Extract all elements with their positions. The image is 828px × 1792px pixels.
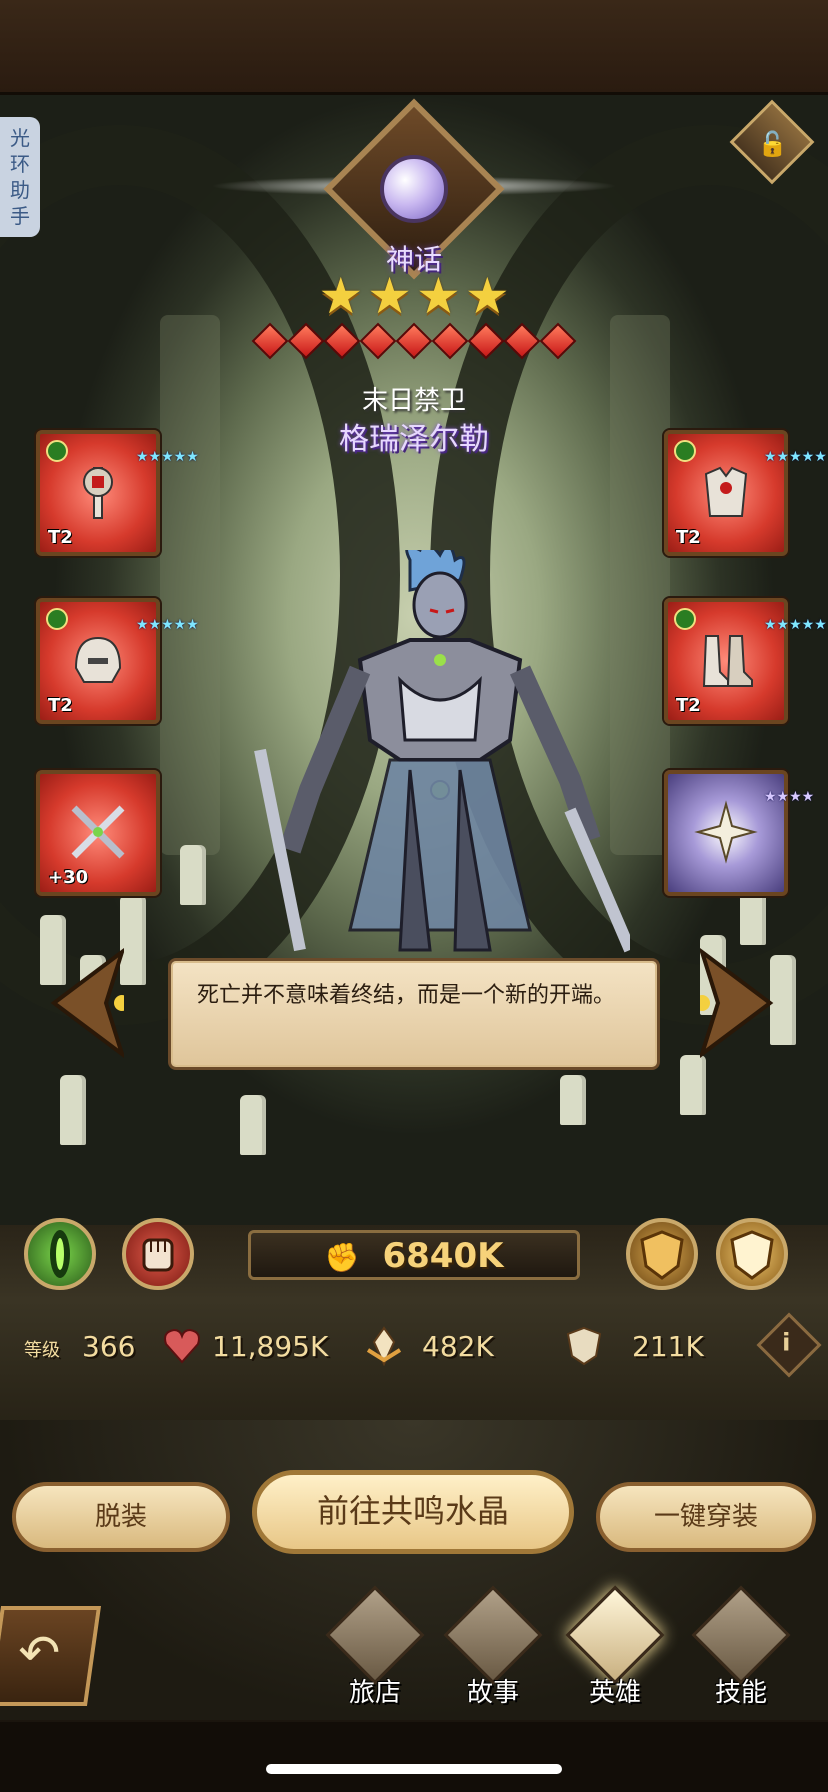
equip-tier: T2 xyxy=(676,695,701,716)
slot-stars: ★★★★★ xyxy=(764,448,827,466)
resonating-crystal-label: 前往共鸣水晶 xyxy=(316,1492,509,1530)
hero-helmet-icon xyxy=(565,1585,665,1685)
power-fist-icon: ✊ xyxy=(324,1241,360,1274)
faction-badge-icon xyxy=(674,440,696,462)
top-bar xyxy=(0,0,828,95)
unequip-button[interactable]: 脱装 xyxy=(12,1482,230,1552)
faction-badge-icon xyxy=(46,608,68,630)
attack-icon xyxy=(366,1326,402,1366)
signature-level: +30 xyxy=(48,867,89,888)
role-shield-button[interactable] xyxy=(626,1218,698,1290)
equip-tier: T2 xyxy=(48,695,73,716)
class-strength-button[interactable] xyxy=(122,1218,194,1290)
star-icon: ★ xyxy=(367,267,412,325)
equip-slot-signature[interactable]: +30 xyxy=(36,770,160,896)
power-value: 6840K xyxy=(382,1236,504,1276)
red-gem-icon xyxy=(323,322,361,360)
candle xyxy=(180,845,206,905)
equip-slot-furniture[interactable]: ★★★★ xyxy=(664,770,814,896)
chest-armor-icon xyxy=(704,466,748,517)
hero-figure xyxy=(254,550,630,953)
equip-slot-boots[interactable]: ★★★★★ T2 xyxy=(664,598,827,724)
helmet-icon xyxy=(74,636,122,683)
bottom-bar xyxy=(0,1722,828,1792)
story-book-icon xyxy=(443,1585,543,1685)
red-gem-icon xyxy=(539,322,577,360)
hero-quote-bubble: 死亡并不意味着终结，而是一个新的开端。 xyxy=(168,958,660,1070)
tank-role-button[interactable] xyxy=(716,1218,788,1290)
weapon-mace-icon xyxy=(83,467,113,519)
red-gem-icon xyxy=(287,322,325,360)
triforce-shield-icon xyxy=(640,1230,684,1280)
red-gem-icon xyxy=(431,322,469,360)
aura-helper-label: 光环助手 xyxy=(10,126,30,228)
nav-label: 英雄 xyxy=(588,1678,641,1708)
ascension-gems xyxy=(0,322,828,360)
previous-hero-arrow-icon[interactable] xyxy=(44,948,124,1058)
quick-equip-label: 一键穿装 xyxy=(653,1502,758,1532)
nav-label: 旅店 xyxy=(348,1678,401,1708)
nav-heroes[interactable]: 英雄 xyxy=(560,1585,670,1708)
candle xyxy=(240,1095,266,1155)
nav-label: 故事 xyxy=(466,1678,519,1708)
star-crest-icon xyxy=(694,800,758,864)
faction-badge-icon xyxy=(674,608,696,630)
tavern-icon xyxy=(325,1585,425,1685)
star-icon: ★ xyxy=(416,267,461,325)
boots-icon xyxy=(702,635,753,687)
defense-value: 211K xyxy=(632,1330,704,1363)
padlock-icon: 🔓 xyxy=(757,130,788,159)
resonating-crystal-button[interactable]: 前往共鸣水晶 xyxy=(252,1470,574,1554)
slot-stars: ★★★★★ xyxy=(764,616,827,634)
level-label: 等级 xyxy=(24,1340,60,1361)
equip-slot-helmet[interactable]: ★★★★★ T2 xyxy=(36,598,199,724)
candle xyxy=(560,1075,586,1125)
red-gem-icon xyxy=(503,322,541,360)
hero-stars: ★★★★ xyxy=(0,270,828,322)
equip-tier: T2 xyxy=(48,527,73,548)
attack-value: 482K xyxy=(422,1330,494,1363)
candle xyxy=(60,1075,86,1145)
hero-quote-text: 死亡并不意味着终结，而是一个新的开端。 xyxy=(197,983,616,1008)
unequip-label: 脱装 xyxy=(94,1502,147,1532)
back-button[interactable]: ↶ xyxy=(0,1606,102,1706)
nav-label: 技能 xyxy=(714,1678,767,1708)
red-gem-icon xyxy=(467,322,505,360)
crossed-swords-icon xyxy=(71,805,125,859)
hp-value: 11,895K xyxy=(212,1330,329,1363)
red-gem-icon xyxy=(359,322,397,360)
faction-eye-button[interactable] xyxy=(24,1218,96,1290)
nav-tavern[interactable]: 旅店 xyxy=(320,1585,430,1708)
skill-scroll-icon xyxy=(691,1585,791,1685)
equip-slot-weapon[interactable]: ★★★★★ T2 xyxy=(36,430,199,556)
fist-icon xyxy=(142,1238,174,1272)
star-icon: ★ xyxy=(318,267,364,325)
red-gem-icon xyxy=(251,322,289,360)
level-value: 366 xyxy=(82,1330,136,1363)
nav-story[interactable]: 故事 xyxy=(438,1585,548,1708)
candle xyxy=(680,1055,706,1115)
shield-icon xyxy=(730,1230,774,1280)
crystal-gem-icon xyxy=(380,155,448,223)
info-icon: i xyxy=(782,1328,791,1357)
next-hero-arrow-icon[interactable] xyxy=(700,948,780,1058)
equip-slot-armor[interactable]: ★★★★★ T2 xyxy=(664,430,827,556)
slot-stars: ★★★★★ xyxy=(136,448,199,466)
slot-stars: ★★★★★ xyxy=(136,616,199,634)
defense-shield-icon xyxy=(566,1326,602,1366)
quick-equip-button[interactable]: 一键穿装 xyxy=(596,1482,816,1552)
slot-stars: ★★★★ xyxy=(764,788,814,806)
power-display: ✊ 6840K xyxy=(248,1230,580,1280)
aura-helper-tab[interactable]: 光环助手 xyxy=(0,117,40,237)
faction-badge-icon xyxy=(46,440,68,462)
hero-title: 末日禁卫 xyxy=(361,386,466,416)
red-gem-icon xyxy=(395,322,433,360)
star-icon: ★ xyxy=(464,267,510,325)
equip-tier: T2 xyxy=(676,527,701,548)
home-indicator[interactable] xyxy=(266,1764,562,1774)
eye-icon xyxy=(50,1230,70,1278)
back-arrow-icon: ↶ xyxy=(18,1624,61,1682)
heart-icon xyxy=(164,1328,200,1364)
nav-skills[interactable]: 技能 xyxy=(686,1585,796,1708)
